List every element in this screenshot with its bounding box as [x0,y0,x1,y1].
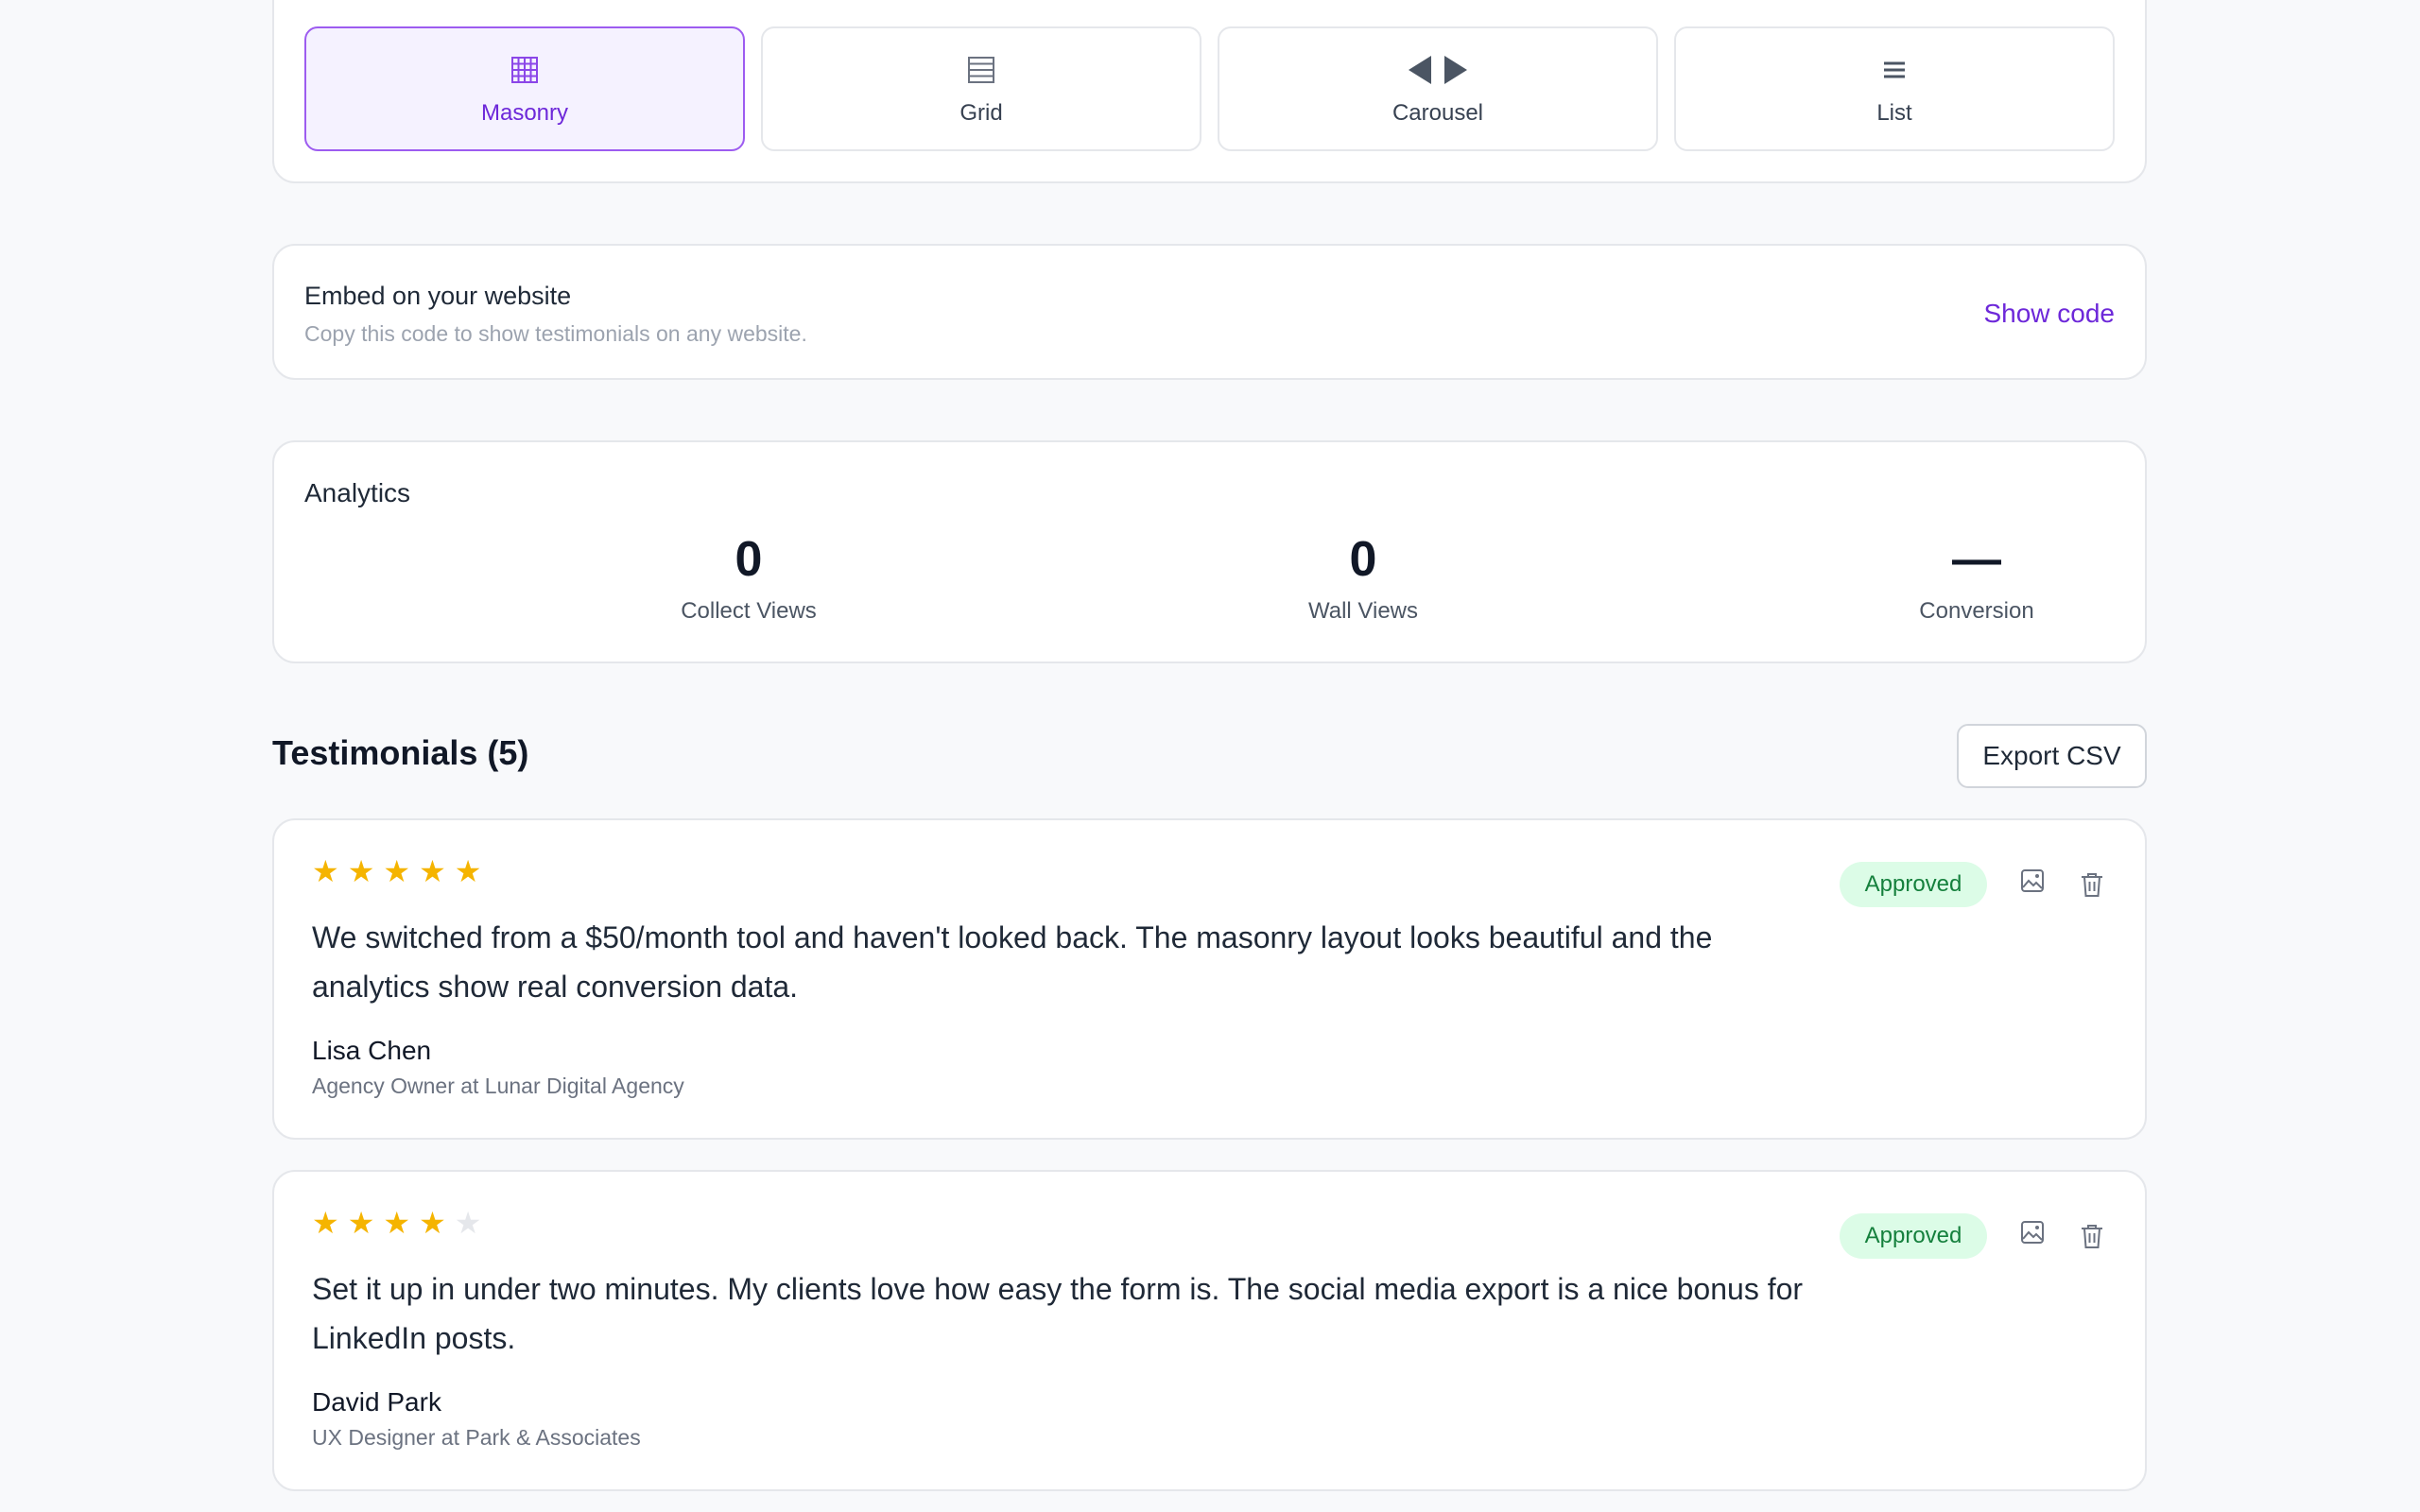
export-csv-button[interactable]: Export CSV [1957,724,2147,788]
delete-button[interactable] [2075,868,2109,902]
image-export-button[interactable] [2015,864,2049,898]
testimonials-title: Testimonials (5) [272,733,529,772]
analytics-title: Analytics [304,478,411,507]
stat-value: 0 [735,532,763,587]
layout-options: Masonry Grid Carousel List [304,26,2115,151]
stat-wall-views: 0 Wall Views [1212,532,1514,625]
status-badge: Approved [1840,862,1987,907]
testimonial-text: Set it up in under two minutes. My clien… [312,1272,1804,1355]
trash-icon [2082,1225,2102,1248]
image-export-button[interactable] [2015,1215,2049,1249]
testimonial-author: David Park [312,1387,441,1417]
stat-label: Collect Views [681,598,817,625]
layout-option-grid[interactable]: Grid [761,26,1201,151]
stat-label: Wall Views [1307,598,1419,625]
embed-card: Embed on your website Copy this code to … [272,244,2147,380]
layout-picker-card: Masonry Grid Carousel List [272,0,2147,183]
analytics-card: Analytics 0 Collect Views 0 Wall Views —… [272,440,2147,663]
stat-collect-views: 0 Collect Views [597,532,900,625]
testimonial-author: Lisa Chen [312,1036,432,1065]
show-code-button[interactable]: Show code [1983,299,2115,329]
layout-option-masonry[interactable]: Masonry [304,26,745,151]
layout-option-label: Grid [959,100,1003,126]
layout-option-label: Masonry [480,100,569,126]
list-icon [1883,51,1906,89]
delete-button[interactable] [2075,1219,2109,1253]
star-filled-icon: ★ [419,1206,446,1240]
star-filled-icon: ★ [312,1206,339,1240]
grid-icon [967,51,995,89]
testimonial-card: ★ ★ ★ ★ ★ Set it up in under two minutes… [272,1170,2147,1491]
stat-label: Conversion [1919,598,2034,625]
stat-value: — [1952,532,2001,587]
layout-option-label: Carousel [1392,100,1484,126]
star-filled-icon: ★ [347,854,375,888]
layout-option-label: List [1876,100,1912,126]
star-filled-icon: ★ [383,854,411,888]
stat-conversion: — Conversion [1825,532,2128,625]
testimonial-role: UX Designer at Park & Associates [312,1425,641,1450]
stat-value: 0 [1349,532,1377,587]
star-filled-icon: ★ [383,1206,411,1240]
star-filled-icon: ★ [312,854,339,888]
star-filled-icon: ★ [454,854,482,888]
testimonial-text: We switched from a $50/month tool and ha… [312,920,1713,1004]
layout-option-list[interactable]: List [1674,26,2115,151]
testimonial-card: ★ ★ ★ ★ ★ We switched from a $50/month t… [272,818,2147,1140]
star-filled-icon: ★ [419,854,446,888]
trash-icon [2082,873,2102,897]
carousel-arrows-icon [1407,51,1469,89]
star-rating: ★ ★ ★ ★ ★ [312,1208,481,1238]
star-empty-icon: ★ [454,1206,482,1240]
layout-option-carousel[interactable]: Carousel [1218,26,1658,151]
masonry-grid-icon [510,51,539,89]
image-icon [2021,1221,2044,1244]
testimonials-dashboard: Masonry Grid Carousel List Embed on your… [0,0,2420,1512]
star-rating: ★ ★ ★ ★ ★ [312,856,481,886]
image-icon [2021,869,2044,892]
star-filled-icon: ★ [347,1206,375,1240]
status-badge: Approved [1840,1213,1987,1259]
embed-subtitle: Copy this code to show testimonials on a… [304,321,807,346]
embed-title: Embed on your website [304,282,572,310]
testimonial-role: Agency Owner at Lunar Digital Agency [312,1074,684,1098]
